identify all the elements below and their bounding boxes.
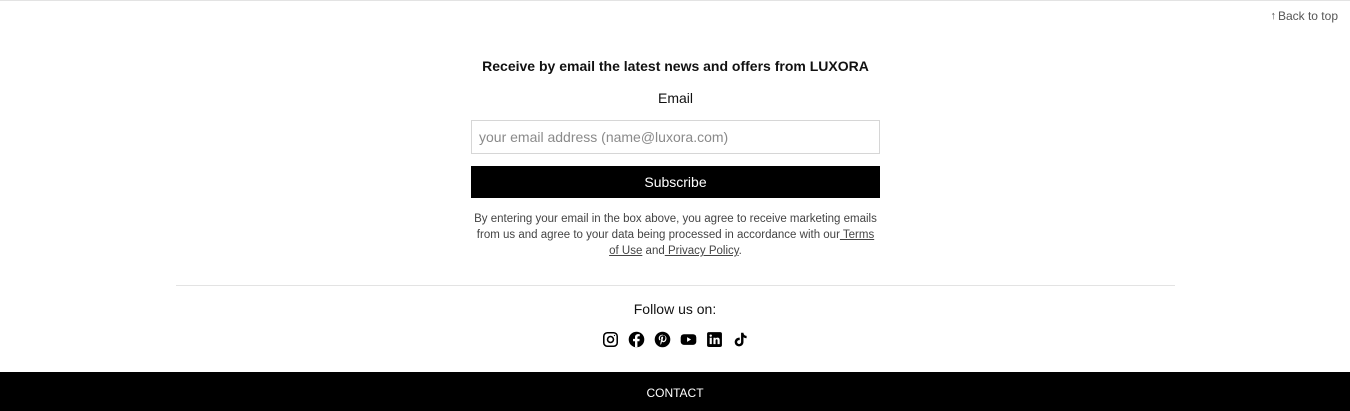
newsletter-heading: Receive by email the latest news and off… — [482, 58, 869, 74]
instagram-icon[interactable] — [602, 331, 619, 348]
facebook-icon[interactable] — [628, 331, 645, 348]
disclaimer-and: and — [642, 245, 665, 257]
pinterest-icon[interactable] — [654, 331, 671, 348]
disclaimer-period: . — [738, 245, 742, 257]
contact-link[interactable]: CONTACT — [0, 386, 1350, 400]
back-to-top-link[interactable]: ↑ Back to top — [1270, 9, 1338, 23]
footer-bar: CONTACT — [0, 372, 1350, 411]
top-divider — [0, 0, 1350, 1]
follow-us-label: Follow us on: — [633, 301, 717, 317]
privacy-policy-link[interactable]: Privacy Policy — [665, 245, 739, 257]
linkedin-icon[interactable] — [706, 331, 723, 348]
newsletter-disclaimer: By entering your email in the box above,… — [471, 211, 880, 259]
email-input[interactable] — [471, 120, 880, 154]
footer-page: ↑ Back to top Receive by email the lates… — [0, 0, 1350, 411]
disclaimer-text: By entering your email in the box above,… — [474, 213, 877, 241]
tiktok-icon[interactable] — [732, 331, 749, 348]
subscribe-button[interactable]: Subscribe — [471, 166, 880, 198]
back-to-top-label: Back to top — [1277, 9, 1338, 23]
section-divider — [176, 285, 1175, 286]
email-label: Email — [657, 90, 693, 106]
social-links — [600, 330, 750, 348]
youtube-icon[interactable] — [680, 331, 697, 348]
arrow-up-icon: ↑ — [1270, 10, 1276, 22]
